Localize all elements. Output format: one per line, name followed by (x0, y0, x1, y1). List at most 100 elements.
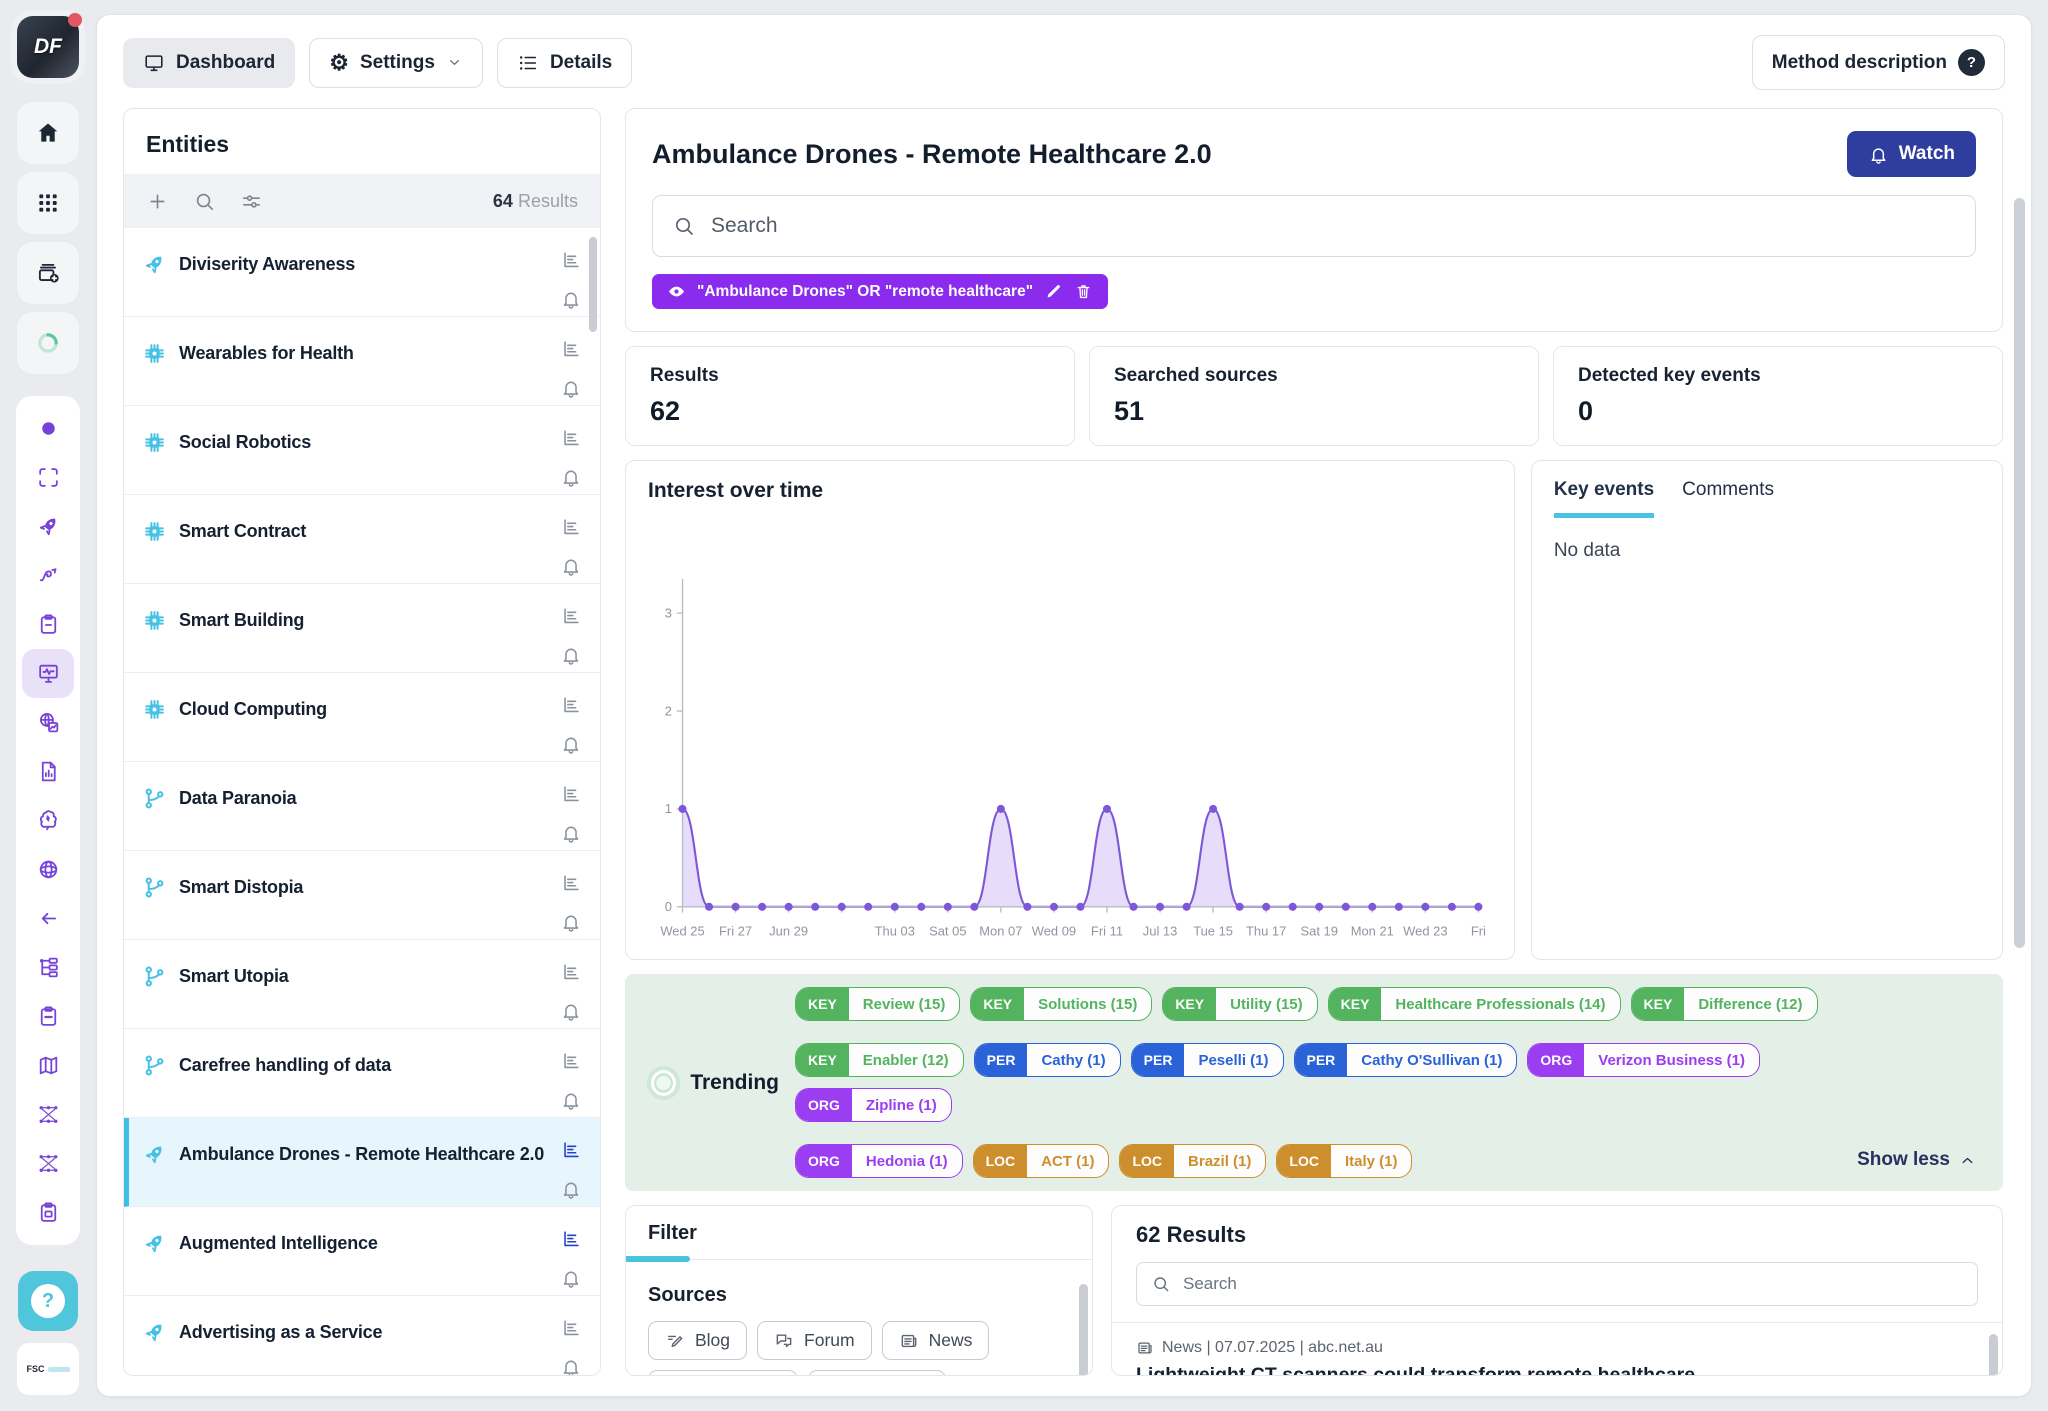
entity-notifications-icon[interactable] (560, 733, 582, 755)
source-filter-publication[interactable]: Publication (648, 1370, 798, 1376)
rail-tool-clipboard-minus[interactable] (22, 992, 74, 1041)
entity-chart-icon[interactable] (560, 427, 582, 449)
entity-list-item[interactable]: Social Robotics (124, 406, 600, 495)
entity-notifications-icon[interactable] (560, 822, 582, 844)
entity-chart-icon[interactable] (560, 872, 582, 894)
source-filter-blog[interactable]: Blog (648, 1321, 747, 1360)
entity-notifications-icon[interactable] (560, 466, 582, 488)
trending-tag[interactable]: ORGHedonia (1) (795, 1144, 963, 1178)
main-scrollbar[interactable] (2014, 198, 2025, 948)
entity-notifications-icon[interactable] (560, 1356, 582, 1375)
trending-tag[interactable]: LOCBrazil (1) (1119, 1144, 1266, 1178)
rail-tool-dot[interactable] (22, 404, 74, 453)
source-filter-news[interactable]: News (882, 1321, 990, 1360)
tab-filter[interactable]: Filter (648, 1222, 697, 1259)
rail-item-home[interactable] (17, 102, 79, 164)
trending-tag[interactable]: KEYHealthcare Professionals (14) (1328, 987, 1621, 1021)
entity-list-item[interactable]: Data Paranoia (124, 762, 600, 851)
results-search[interactable] (1136, 1262, 1978, 1306)
entity-list-item[interactable]: Smart Building (124, 584, 600, 673)
search-entities-icon[interactable] (193, 190, 216, 213)
trending-tag[interactable]: PERPeselli (1) (1131, 1043, 1284, 1077)
main-search[interactable] (652, 195, 1976, 257)
entity-chart-icon[interactable] (560, 338, 582, 360)
trending-tag[interactable]: KEYDifference (12) (1631, 987, 1818, 1021)
rail-tool-monitor-pulse[interactable] (22, 649, 74, 698)
rail-item-loading-spinner[interactable] (17, 312, 79, 374)
trending-tag[interactable]: KEYSolutions (15) (970, 987, 1152, 1021)
entity-list-item[interactable]: Advertising as a Service (124, 1296, 600, 1375)
entity-list-item[interactable]: Cloud Computing (124, 673, 600, 762)
details-button[interactable]: Details (497, 38, 632, 88)
show-less-button[interactable]: Show less (1857, 1149, 1977, 1171)
entity-chart-icon[interactable] (560, 605, 582, 627)
results-scrollbar[interactable] (1989, 1334, 1998, 1376)
trending-tag[interactable]: ORGVerizon Business (1) (1527, 1043, 1760, 1077)
delete-query-icon[interactable] (1074, 282, 1093, 301)
rail-tool-frame[interactable] (22, 453, 74, 502)
settings-button[interactable]: ⚙ Settings (309, 38, 483, 88)
entity-list-item[interactable]: Ambulance Drones - Remote Healthcare 2.0 (124, 1118, 600, 1207)
rail-item-app-grid[interactable] (17, 172, 79, 234)
entity-notifications-icon[interactable] (560, 644, 582, 666)
entity-chart-icon[interactable] (560, 783, 582, 805)
query-chip[interactable]: "Ambulance Drones" OR "remote healthcare… (652, 274, 1108, 309)
entity-chart-icon[interactable] (560, 1317, 582, 1339)
rail-tool-arrow-left[interactable] (22, 894, 74, 943)
entity-chart-icon[interactable] (560, 694, 582, 716)
entity-notifications-icon[interactable] (560, 555, 582, 577)
filter-scrollbar[interactable] (1079, 1284, 1088, 1376)
entity-notifications-icon[interactable] (560, 911, 582, 933)
filter-entities-icon[interactable] (240, 190, 263, 213)
brand-logo[interactable]: FSC (17, 1343, 79, 1395)
entity-chart-icon[interactable] (560, 1050, 582, 1072)
entity-notifications-icon[interactable] (560, 1178, 582, 1200)
entity-notifications-icon[interactable] (560, 1267, 582, 1289)
trending-tag[interactable]: ORGZipline (1) (795, 1088, 952, 1122)
entity-list-item[interactable]: Diviserity Awareness (124, 228, 600, 317)
rail-tool-rocket[interactable] (22, 502, 74, 551)
add-entity-icon[interactable] (146, 190, 169, 213)
entity-list-item[interactable]: Augmented Intelligence (124, 1207, 600, 1296)
source-filter-forum[interactable]: Forum (757, 1321, 872, 1360)
rail-tool-sphere[interactable] (22, 845, 74, 894)
tab-key-events[interactable]: Key events (1554, 479, 1654, 518)
entity-list-item[interactable]: Smart Utopia (124, 940, 600, 1029)
entity-list-item[interactable]: Smart Distopia (124, 851, 600, 940)
watch-button[interactable]: Watch (1847, 131, 1976, 177)
entity-chart-icon[interactable] (560, 1228, 582, 1250)
entity-notifications-icon[interactable] (560, 1089, 582, 1111)
trending-tag[interactable]: PERCathy O'Sullivan (1) (1294, 1043, 1518, 1077)
trending-tag[interactable]: KEYUtility (15) (1162, 987, 1317, 1021)
edit-query-icon[interactable] (1044, 282, 1063, 301)
rail-item-collection-add[interactable] (17, 242, 79, 304)
rail-tool-globe-chart[interactable] (22, 698, 74, 747)
entity-chart-icon[interactable] (560, 249, 582, 271)
entity-chart-icon[interactable] (560, 1139, 582, 1161)
rail-tool-flow-tree[interactable] (22, 943, 74, 992)
help-button[interactable]: ? (18, 1271, 78, 1331)
entity-chart-icon[interactable] (560, 516, 582, 538)
rail-tool-network[interactable] (22, 1090, 74, 1139)
entity-notifications-icon[interactable] (560, 377, 582, 399)
method-description-button[interactable]: Method description ? (1752, 35, 2005, 90)
result-item[interactable]: News | 07.07.2025 | abc.net.auLightweigh… (1136, 1339, 1978, 1376)
entities-scrollbar[interactable] (589, 237, 597, 332)
source-filter-web-feed[interactable]: Web feed (808, 1370, 947, 1376)
rail-tool-map[interactable] (22, 1041, 74, 1090)
tab-comments[interactable]: Comments (1682, 479, 1774, 518)
dashboard-tab[interactable]: Dashboard (123, 38, 295, 88)
rail-tool-document-chart[interactable] (22, 747, 74, 796)
rail-tool-clipboard-small[interactable] (22, 1188, 74, 1237)
app-logo[interactable]: DF (17, 16, 79, 78)
entity-list-item[interactable]: Carefree handling of data (124, 1029, 600, 1118)
trending-tag[interactable]: KEYReview (15) (795, 987, 960, 1021)
rail-tool-network[interactable] (22, 1139, 74, 1188)
entity-list-item[interactable]: Smart Contract (124, 495, 600, 584)
results-search-input[interactable] (1183, 1274, 1963, 1294)
entity-notifications-icon[interactable] (560, 1000, 582, 1022)
entity-chart-icon[interactable] (560, 961, 582, 983)
trending-tag[interactable]: LOCACT (1) (973, 1144, 1110, 1178)
trending-tag[interactable]: KEYEnabler (12) (795, 1043, 964, 1077)
entity-notifications-icon[interactable] (560, 288, 582, 310)
